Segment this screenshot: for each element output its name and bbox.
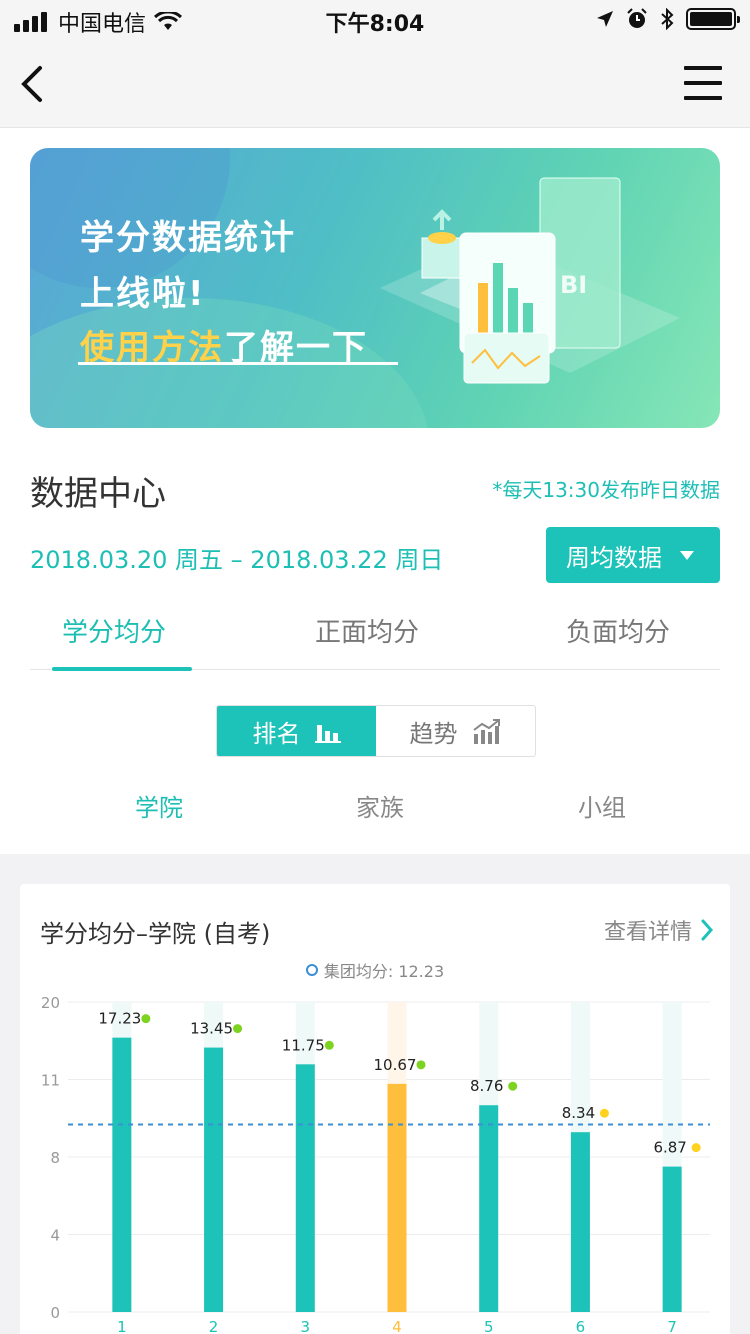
chart-card: 学分均分–学院 (自考) 查看详情 集团均分: 12.23 20 11 8 4 0 17.… (20, 884, 730, 1334)
bar (662, 1166, 682, 1312)
bar-indicator-dot (416, 1060, 426, 1070)
battery-icon (686, 8, 740, 30)
x-tick-label: 5 (484, 1318, 494, 1334)
bar-indicator-dot (233, 1024, 243, 1034)
bar-chart-icon (314, 725, 341, 743)
trend-chart-icon (472, 719, 500, 744)
menu-icon-line (684, 96, 722, 100)
active-tab-indicator (52, 667, 192, 671)
banner-underline (78, 362, 398, 365)
publish-note: *每天13:30发布昨日数据 (492, 478, 720, 502)
caret-down-icon (680, 550, 694, 560)
subtab-college[interactable]: 学院 (135, 788, 183, 823)
score-tabs: 学分均分 正面均分 负面均分 (30, 598, 720, 671)
x-tick-label: 1 (117, 1318, 127, 1334)
bar (112, 1037, 132, 1312)
bar-indicator-dot (691, 1143, 701, 1153)
y-tick-label: 4 (50, 1227, 60, 1245)
bar (387, 1083, 407, 1312)
promo-banner[interactable]: 学分数据统计 上线啦! 使用方法了解一下 BI (30, 148, 720, 428)
section-title: 数据中心 (30, 474, 166, 514)
x-tick-label: 3 (301, 1318, 311, 1334)
x-tick-label: 7 (667, 1318, 677, 1334)
bar-value-label: 11.75 (282, 1036, 325, 1054)
y-tick-label: 0 (50, 1304, 60, 1322)
segment-trend[interactable]: 趋势 (376, 706, 535, 756)
banner-art-label: BI (560, 271, 587, 299)
bar (479, 1105, 499, 1312)
bar (295, 1064, 315, 1312)
date-range[interactable]: 2018.03.20 周五 – 2018.03.22 周日 (30, 540, 443, 575)
bar (204, 1047, 224, 1312)
y-tick-label: 8 (50, 1149, 60, 1167)
period-dropdown-button[interactable]: 周均数据 (546, 527, 720, 583)
bar-value-label: 8.76 (470, 1077, 503, 1095)
bar (570, 1132, 590, 1312)
back-button[interactable] (14, 60, 58, 108)
bar-value-label: 17.23 (98, 1010, 141, 1028)
x-tick-label: 2 (209, 1318, 219, 1334)
subtab-group[interactable]: 小组 (578, 788, 626, 823)
tab-credit-average[interactable]: 学分均分 (62, 612, 166, 649)
status-bar: 中国电信 下午8:04 (0, 0, 750, 40)
y-tick-label: 11 (41, 1072, 60, 1090)
tab-negative-average[interactable]: 负面均分 (566, 612, 670, 649)
view-segment-control: 排名 趋势 (216, 705, 536, 757)
bar-value-label: 13.45 (190, 1020, 233, 1038)
bar-value-label: 6.87 (653, 1139, 686, 1157)
main-content: 学分数据统计 上线啦! 使用方法了解一下 BI 数据中心 *每天13:30发布昨… (0, 128, 750, 854)
bluetooth-icon (661, 8, 674, 30)
banner-line-2: 上线啦! (80, 274, 206, 314)
period-dropdown-label: 周均数据 (566, 543, 662, 572)
location-icon (597, 11, 613, 27)
bar-value-label: 10.67 (374, 1056, 417, 1074)
navigation-bar (0, 40, 750, 128)
bar-indicator-dot (508, 1081, 518, 1091)
y-tick-label: 20 (41, 994, 60, 1012)
x-tick-label: 6 (576, 1318, 586, 1334)
menu-icon-line (684, 66, 722, 70)
menu-icon-line (684, 81, 722, 85)
segment-ranking-label: 排名 (252, 719, 301, 748)
menu-button[interactable] (684, 66, 722, 100)
segment-ranking[interactable]: 排名 (217, 706, 376, 756)
ranking-bar-chart: 20 11 8 4 0 17.23 1 13.45 2 11.75 3 10.67 4 8.76 5 8.34… (41, 994, 710, 1334)
level-subtabs: 学院 家族 小组 (0, 788, 750, 828)
bar-value-label: 8.34 (562, 1104, 595, 1122)
dashboard-illustration-icon: BI (380, 177, 680, 384)
banner-line-1: 学分数据统计 (80, 218, 296, 258)
x-tick-label: 4 (392, 1318, 402, 1334)
subtab-family[interactable]: 家族 (356, 788, 404, 823)
chevron-left-icon (21, 66, 42, 102)
tab-positive-average[interactable]: 正面均分 (315, 612, 419, 649)
bar-indicator-dot (599, 1108, 609, 1118)
bar-indicator-dot (324, 1040, 334, 1050)
status-right (596, 8, 740, 30)
bar-indicator-dot (141, 1014, 151, 1024)
segment-trend-label: 趋势 (409, 719, 458, 748)
alarm-icon (627, 8, 647, 28)
